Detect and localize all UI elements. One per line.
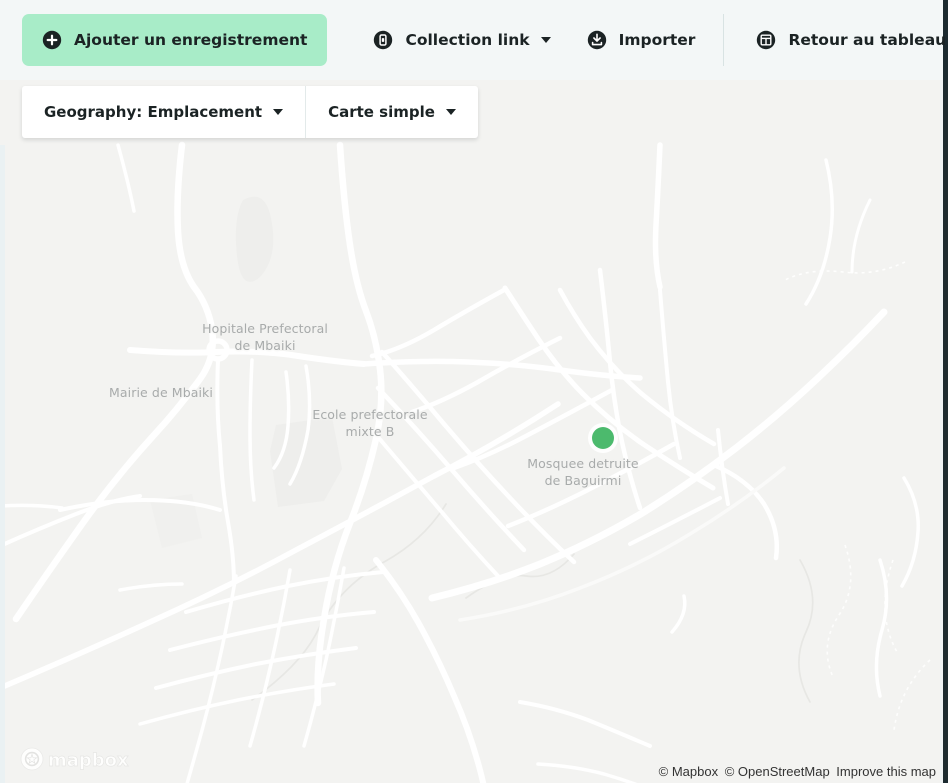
geography-selector[interactable]: Geography: Emplacement [22, 86, 305, 138]
mapbox-logo-text: mapbox [48, 750, 129, 771]
collection-link-button[interactable]: Collection link [355, 14, 568, 66]
chevron-down-icon [540, 37, 551, 43]
back-to-table-label: Retour au tableau [788, 31, 947, 49]
collection-link-label: Collection link [405, 31, 530, 49]
import-icon [587, 30, 606, 50]
attribution-mapbox[interactable]: © Mapbox [659, 764, 718, 779]
plus-circle-icon [42, 30, 62, 50]
collection-icon [374, 30, 393, 50]
map-style-selector[interactable]: Carte simple [306, 86, 478, 138]
attribution-osm[interactable]: © OpenStreetMap [725, 764, 830, 779]
import-button[interactable]: Importer [569, 14, 714, 66]
table-icon [757, 30, 776, 50]
toolbar-divider [723, 14, 725, 66]
map-left-edge [0, 145, 5, 783]
map-style-selector-label: Carte simple [328, 103, 435, 121]
map-view-page: Hopitale Prefectoral de Mbaiki Mairie de… [0, 0, 948, 783]
chevron-down-icon [273, 109, 284, 115]
add-record-button[interactable]: Ajouter un enregistrement [22, 14, 328, 66]
map-marker-mosquee-detruite-de-baguirmi[interactable] [592, 427, 614, 449]
map-controls-bar: Geography: Emplacement Carte simple [22, 86, 478, 138]
toolbar: Ajouter un enregistrement Collection lin… [0, 0, 946, 80]
mapbox-logo[interactable]: mapbox [18, 745, 142, 773]
import-label: Importer [618, 31, 696, 49]
geography-selector-label: Geography: Emplacement [44, 103, 263, 121]
page-right-edge [940, 0, 948, 783]
back-to-table-button[interactable]: Retour au tableau [738, 14, 948, 66]
add-record-label: Ajouter un enregistrement [74, 31, 308, 49]
map-attribution: © Mapbox © OpenStreetMap Improve this ma… [656, 764, 936, 779]
attribution-improve[interactable]: Improve this map [836, 764, 936, 779]
chevron-down-icon [445, 109, 456, 115]
